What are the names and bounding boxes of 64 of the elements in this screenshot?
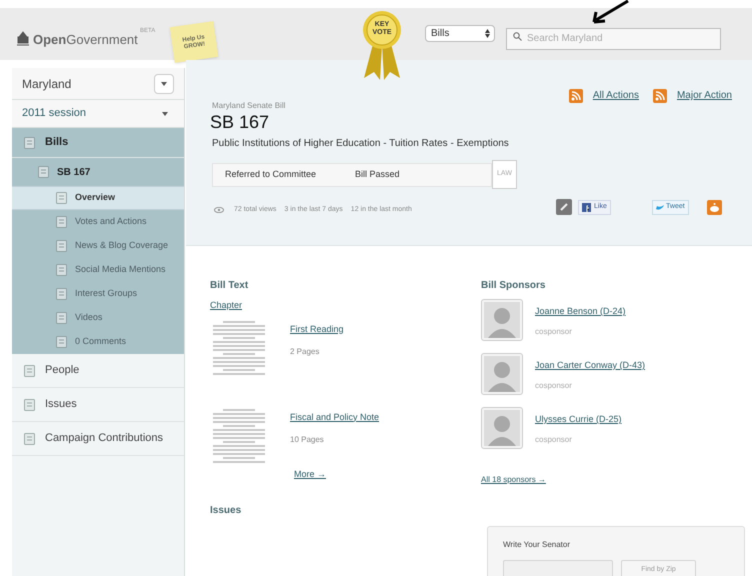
chapter-link[interactable]: Chapter xyxy=(210,299,242,312)
page-icon xyxy=(38,166,49,178)
rss-icon xyxy=(568,88,583,102)
more-link[interactable]: More → xyxy=(294,468,326,482)
sidebar-subitem[interactable]: Social Media Mentions xyxy=(12,258,184,282)
bill-title: Public Institutions of Higher Education - Tuition Rates - Exemptions xyxy=(212,137,509,151)
feed-link[interactable]: All Actions xyxy=(592,88,639,103)
page-icon xyxy=(56,192,67,204)
sidebar-subitem[interactable]: Interest Groups xyxy=(12,282,184,306)
zip-field[interactable] xyxy=(503,560,613,576)
session-select[interactable]: 2011 session xyxy=(12,100,184,128)
sponsor-link[interactable]: Joanne Benson (D-24) xyxy=(535,305,626,318)
document-link[interactable]: First Reading xyxy=(290,322,344,336)
bird-icon xyxy=(656,204,664,210)
sponsor-role: cosponsor xyxy=(535,434,573,446)
facebook-icon xyxy=(582,203,591,212)
page-count: 2 Pages xyxy=(290,346,320,358)
avatar-placeholder xyxy=(481,299,523,341)
arrow-icon xyxy=(590,0,630,24)
sponsor-link[interactable]: Ulysses Currie (D-25) xyxy=(535,413,622,426)
avatar-placeholder xyxy=(481,353,523,395)
sponsor-link[interactable]: Joan Carter Conway (D-43) xyxy=(535,359,646,372)
bill-number: SB 167 xyxy=(210,111,270,134)
section-heading: Bill Sponsors xyxy=(481,279,546,293)
page-icon xyxy=(24,432,35,444)
progress-step: Bill Passed xyxy=(343,168,412,182)
bill-type: Maryland Senate Bill xyxy=(212,100,286,112)
sidebar-subitem[interactable]: Votes and Actions xyxy=(12,210,184,234)
page-icon xyxy=(24,364,35,376)
all-sponsors-link[interactable]: All 18 sponsors → xyxy=(481,474,546,486)
sponsor-role: cosponsor xyxy=(535,380,573,392)
building-icon xyxy=(16,30,30,46)
sidebar-subitem[interactable]: News & Blog Coverage xyxy=(12,234,184,258)
caret-icon xyxy=(162,112,168,116)
page-icon xyxy=(56,288,67,300)
sidebar-subitem[interactable]: Overview xyxy=(12,186,184,210)
section-heading: Issues xyxy=(210,504,242,518)
sidebar-item[interactable]: Bills xyxy=(12,128,184,158)
eye-icon xyxy=(214,207,224,214)
page-icon xyxy=(56,312,67,324)
page-icon xyxy=(56,264,67,276)
page-icon xyxy=(56,240,67,252)
progress-step: Referred to Committee xyxy=(213,168,343,182)
search-icon xyxy=(513,32,522,41)
page-icon xyxy=(56,336,67,348)
sidebar-subitem[interactable]: 0 Comments xyxy=(12,330,184,354)
section-heading: Bill Text xyxy=(210,279,250,293)
sidebar-item[interactable]: SB 167 xyxy=(12,158,184,186)
caret-icon xyxy=(161,82,167,86)
updown-icon xyxy=(485,29,490,38)
rss-icon xyxy=(652,88,667,102)
page-count: 10 Pages xyxy=(290,434,325,446)
sponsor-role: cosponsor xyxy=(535,326,573,338)
feed-link[interactable]: Major Action xyxy=(676,88,732,103)
page-icon xyxy=(56,216,67,228)
page-icon xyxy=(24,136,35,148)
panel-title: Write Your Senator xyxy=(503,539,572,551)
logo-text: OpenGovernment xyxy=(33,31,138,49)
state-select[interactable]: Maryland xyxy=(12,68,184,100)
search-field[interactable]: Search Maryland xyxy=(506,28,721,50)
avatar-placeholder xyxy=(481,407,523,449)
document-link[interactable]: Fiscal and Policy Note xyxy=(290,410,380,424)
sidebar-subitem[interactable]: Videos xyxy=(12,306,184,330)
page-icon xyxy=(24,398,35,410)
